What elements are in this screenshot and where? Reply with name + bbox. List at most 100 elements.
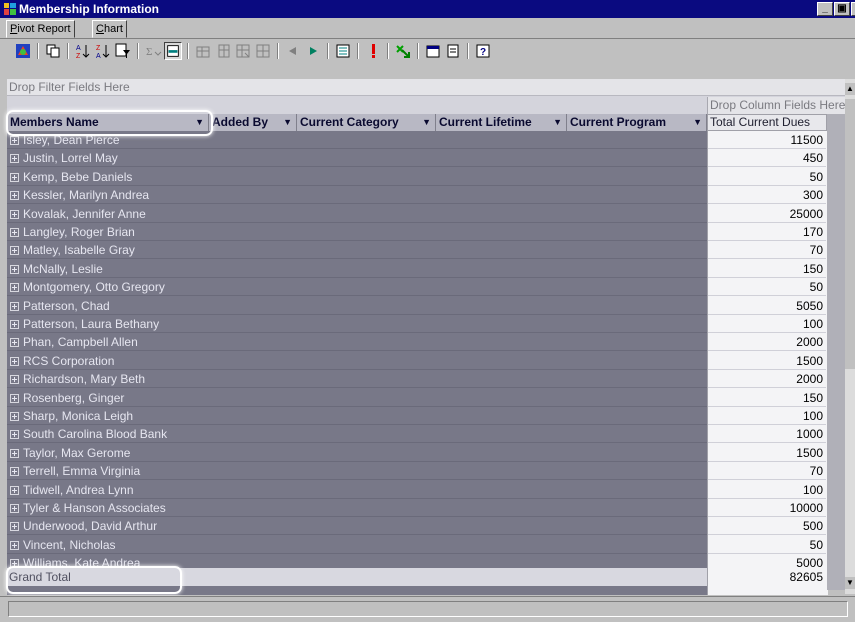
dues-cell[interactable]: 1000: [708, 425, 826, 444]
expand-plus-icon[interactable]: [10, 283, 19, 293]
sort-descending-icon[interactable]: ZA: [94, 42, 112, 60]
dues-cell[interactable]: 70: [708, 462, 826, 481]
dropdown-arrow-icon[interactable]: ▼: [283, 114, 292, 131]
vertical-scrollbar[interactable]: ▲ ▼: [845, 79, 855, 594]
dropdown-arrow-icon[interactable]: ▼: [693, 114, 702, 131]
expand-plus-icon[interactable]: [10, 246, 19, 256]
table-row[interactable]: Kovalak, Jennifer Anne: [7, 205, 707, 223]
dues-cell[interactable]: 1500: [708, 444, 826, 462]
restore-button[interactable]: ▣: [834, 2, 850, 16]
expand-plus-icon[interactable]: [10, 172, 19, 182]
expand-plus-icon[interactable]: [10, 264, 19, 274]
table-row[interactable]: Rosenberg, Ginger: [7, 389, 707, 407]
office-logo-icon[interactable]: [14, 42, 32, 60]
table-row[interactable]: Phan, Campbell Allen: [7, 333, 707, 352]
hide-detail-icon[interactable]: [254, 42, 272, 60]
sort-ascending-icon[interactable]: AZ: [74, 42, 92, 60]
expand-plus-icon[interactable]: [10, 467, 19, 477]
dues-cell[interactable]: 100: [708, 315, 826, 333]
table-row[interactable]: Montgomery, Otto Gregory: [7, 278, 707, 297]
data-field-total-current-dues[interactable]: Total Current Dues: [707, 114, 827, 131]
table-row[interactable]: Taylor, Max Gerome: [7, 444, 707, 462]
table-row[interactable]: Patterson, Chad: [7, 297, 707, 315]
commands-icon[interactable]: [424, 42, 442, 60]
scroll-up-arrow-icon[interactable]: ▲: [845, 83, 855, 95]
move-to-row-icon[interactable]: [194, 42, 212, 60]
tab-chart[interactable]: Chart: [92, 20, 127, 38]
dropdown-arrow-icon[interactable]: ▼: [553, 114, 562, 131]
expand-plus-icon[interactable]: [10, 301, 19, 311]
table-row[interactable]: Kessler, Marilyn Andrea: [7, 186, 707, 205]
field-members-name[interactable]: Members Name ▼: [7, 114, 209, 131]
dues-cell[interactable]: 300: [708, 186, 826, 205]
expand-plus-icon[interactable]: [10, 136, 19, 145]
table-row[interactable]: RCS Corporation: [7, 352, 707, 370]
table-row[interactable]: Tidwell, Andrea Lynn: [7, 481, 707, 499]
expand-plus-icon[interactable]: [10, 375, 19, 385]
table-row[interactable]: Vincent, Nicholas: [7, 536, 707, 554]
table-row[interactable]: Kemp, Bebe Daniels: [7, 168, 707, 186]
filter-icon[interactable]: [114, 42, 132, 60]
expand-plus-icon[interactable]: [10, 356, 19, 366]
table-row[interactable]: Justin, Lorrel May: [7, 149, 707, 168]
table-row[interactable]: McNally, Leslie: [7, 260, 707, 278]
table-row[interactable]: Terrell, Emma Virginia: [7, 462, 707, 481]
help-icon[interactable]: ?: [474, 42, 492, 60]
dues-cell[interactable]: 450: [708, 149, 826, 168]
expand-plus-icon[interactable]: [10, 448, 19, 458]
table-row[interactable]: Sharp, Monica Leigh: [7, 407, 707, 425]
properties-icon[interactable]: [444, 42, 462, 60]
subtotal-icon[interactable]: [164, 42, 182, 60]
table-row[interactable]: Matley, Isabelle Gray: [7, 241, 707, 260]
expand-plus-icon[interactable]: [10, 228, 19, 237]
refresh-icon[interactable]: [364, 42, 382, 60]
dues-cell[interactable]: 500: [708, 517, 826, 536]
expand-plus-icon[interactable]: [10, 338, 19, 348]
table-row[interactable]: Patterson, Laura Bethany: [7, 315, 707, 333]
scroll-thumb[interactable]: [845, 99, 855, 369]
dues-cell[interactable]: 11500: [708, 131, 826, 149]
dues-cell[interactable]: 2000: [708, 370, 826, 389]
field-current-category[interactable]: Current Category ▼: [297, 114, 436, 131]
expand-plus-icon[interactable]: [10, 209, 19, 219]
table-row[interactable]: Langley, Roger Brian: [7, 223, 707, 241]
expand-plus-icon[interactable]: [10, 393, 19, 403]
close-button[interactable]: x: [851, 2, 855, 16]
dues-cell[interactable]: 10000: [708, 499, 826, 517]
filter-drop-zone[interactable]: Drop Filter Fields Here: [7, 79, 845, 96]
dues-cell[interactable]: 25000: [708, 205, 826, 223]
dues-cell[interactable]: 70: [708, 241, 826, 260]
expand-icon[interactable]: [304, 42, 322, 60]
table-row[interactable]: Tyler & Hanson Associates: [7, 499, 707, 517]
export-icon[interactable]: [394, 42, 412, 60]
table-row[interactable]: South Carolina Blood Bank: [7, 425, 707, 444]
show-detail-icon[interactable]: [234, 42, 252, 60]
expand-plus-icon[interactable]: [10, 522, 19, 532]
field-current-program[interactable]: Current Program ▼: [567, 114, 707, 131]
copy-icon[interactable]: [44, 42, 62, 60]
dues-cell[interactable]: 2000: [708, 333, 826, 352]
move-to-column-icon[interactable]: [214, 42, 232, 60]
dues-cell[interactable]: 50: [708, 536, 826, 554]
field-added-by[interactable]: Added By ▼: [209, 114, 297, 131]
expand-plus-icon[interactable]: [10, 540, 19, 550]
dues-cell[interactable]: 170: [708, 223, 826, 241]
expand-plus-icon[interactable]: [10, 430, 19, 440]
autosum-icon[interactable]: Σ: [144, 42, 162, 60]
expand-plus-icon[interactable]: [10, 559, 19, 569]
expand-plus-icon[interactable]: [10, 191, 19, 201]
field-list-icon[interactable]: [334, 42, 352, 60]
expand-plus-icon[interactable]: [10, 485, 19, 495]
dues-cell[interactable]: 50: [708, 278, 826, 297]
dues-cell[interactable]: 5050: [708, 297, 826, 315]
dropdown-arrow-icon[interactable]: ▼: [195, 114, 204, 131]
dues-cell[interactable]: 100: [708, 407, 826, 425]
expand-plus-icon[interactable]: [10, 154, 19, 164]
dues-cell[interactable]: 50: [708, 168, 826, 186]
dues-cell[interactable]: 100: [708, 481, 826, 499]
collapse-icon[interactable]: [284, 42, 302, 60]
field-current-lifetime[interactable]: Current Lifetime ▼: [436, 114, 567, 131]
dropdown-arrow-icon[interactable]: ▼: [422, 114, 431, 131]
column-drop-zone[interactable]: Drop Column Fields Here: [707, 97, 845, 114]
table-row[interactable]: Underwood, David Arthur: [7, 517, 707, 536]
